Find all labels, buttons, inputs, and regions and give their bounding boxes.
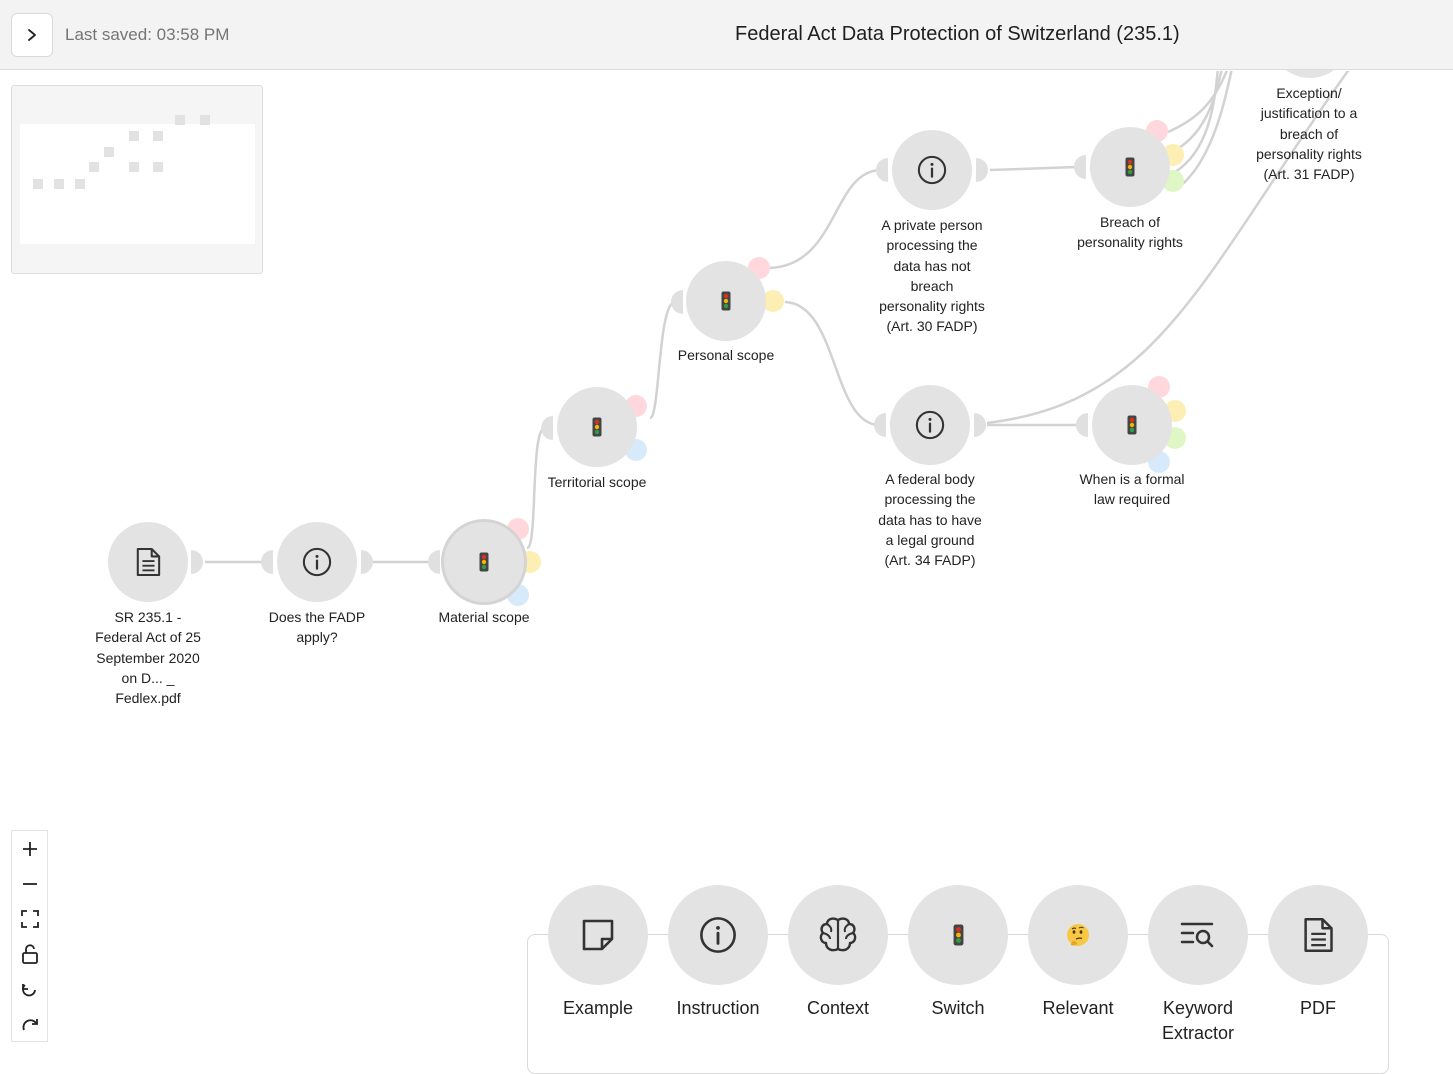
palette-item-circle[interactable]	[788, 885, 888, 985]
info-icon	[917, 155, 947, 185]
palette-item-label: Instruction	[676, 998, 760, 1018]
palette-item-label: Example	[562, 998, 634, 1018]
brain-icon	[819, 917, 857, 952]
node-formal-law-required[interactable]	[1092, 385, 1172, 465]
document-icon	[1302, 917, 1334, 953]
view-controls	[11, 830, 48, 1042]
node-label: Territorial scope	[547, 474, 647, 490]
minimap-view	[20, 115, 255, 244]
redo-button[interactable]	[12, 1006, 47, 1041]
example-icon	[582, 919, 614, 951]
node-pdf[interactable]	[108, 522, 188, 602]
thinking-face-icon	[1067, 924, 1089, 946]
expand-sidebar-button[interactable]	[11, 13, 53, 57]
last-saved-status: Last saved: 03:58 PM	[65, 25, 230, 44]
zoom-out-button[interactable]	[12, 866, 47, 901]
node-label: Material scope	[438, 609, 530, 625]
zoom-in-icon	[22, 841, 37, 856]
info-icon	[915, 410, 945, 440]
palette-item-label: Keyword Extractor	[1161, 998, 1235, 1043]
fit-view-icon	[20, 909, 39, 928]
palette-item-circle[interactable]	[668, 885, 768, 985]
palette-item-circle[interactable]	[1148, 885, 1248, 985]
palette-item-circle[interactable]	[1268, 885, 1368, 985]
palette-item-circle[interactable]	[548, 885, 648, 985]
node-material-scope[interactable]	[441, 519, 527, 605]
undo-icon	[21, 983, 36, 996]
palette-item-switch[interactable]: Switch	[908, 885, 1008, 1021]
node-private-person[interactable]	[892, 130, 972, 210]
palette-item-label: PDF	[1300, 998, 1336, 1018]
traffic-light-icon	[592, 417, 602, 437]
node-breach-personality-rights[interactable]	[1090, 127, 1170, 207]
node-federal-body[interactable]	[890, 385, 970, 465]
palette-item-label: Context	[806, 998, 870, 1018]
edge	[1174, 71, 1233, 192]
palette-item-instruction[interactable]: Instruction	[668, 885, 768, 1021]
zoom-in-button[interactable]	[12, 831, 47, 866]
palette-item-circle[interactable]	[1028, 885, 1128, 985]
zoom-out-icon	[22, 882, 37, 885]
palette-item-label: Relevant	[1042, 998, 1114, 1018]
node-label: Personal scope	[677, 347, 775, 363]
node-label: A private person processing the data has…	[879, 217, 985, 335]
unlock-icon	[21, 943, 38, 964]
node-label: SR 235.1 - Federal Act of 25 September 2…	[95, 609, 201, 707]
edge	[1171, 71, 1223, 154]
traffic-light-icon	[1127, 415, 1137, 435]
info-icon	[699, 916, 737, 954]
lock-toggle-button[interactable]	[12, 936, 47, 971]
palette-item-pdf[interactable]: PDF	[1268, 885, 1368, 1021]
traffic-light-icon	[721, 291, 731, 311]
node-label: When is a formal law required	[1079, 471, 1185, 508]
document-icon	[135, 547, 161, 577]
fit-view-button[interactable]	[12, 901, 47, 936]
node-label: Breach of personality rights	[1077, 214, 1183, 251]
node-fadp-apply[interactable]	[277, 522, 357, 602]
top-bar: Last saved: 03:58 PM Federal Act Data Pr…	[0, 0, 1453, 70]
flow-title[interactable]: Federal Act Data Protection of Switzerla…	[735, 23, 1180, 46]
node-personal-scope[interactable]	[686, 261, 766, 341]
palette-item-relevant[interactable]: Relevant	[1028, 885, 1128, 1021]
traffic-light-icon	[1125, 157, 1135, 177]
undo-button[interactable]	[12, 971, 47, 1006]
palette-item-circle[interactable]	[908, 885, 1008, 985]
info-icon	[302, 547, 332, 577]
keyword-search-icon	[1180, 922, 1214, 948]
redo-icon	[22, 1018, 38, 1030]
node-label: Does the FADP apply?	[268, 609, 366, 646]
chevron-right-icon	[28, 29, 36, 41]
palette-item-context[interactable]: Context	[788, 885, 888, 1021]
node-exception-justification[interactable]	[1270, 0, 1350, 78]
traffic-light-icon	[953, 924, 964, 946]
edge	[769, 168, 881, 270]
traffic-light-icon	[479, 552, 489, 572]
edge	[989, 165, 1078, 172]
edge	[784, 300, 879, 427]
node-label: A federal body processing the data has t…	[878, 471, 982, 569]
node-territorial-scope[interactable]	[557, 387, 637, 467]
node-label: Exception/ justification to a breach of …	[1256, 85, 1362, 183]
minimap[interactable]	[11, 85, 263, 274]
palette-item-label: Switch	[931, 998, 985, 1018]
palette-item-keyword-extractor[interactable]: Keyword Extractor	[1148, 885, 1248, 1046]
palette-item-example[interactable]: Example	[548, 885, 648, 1021]
